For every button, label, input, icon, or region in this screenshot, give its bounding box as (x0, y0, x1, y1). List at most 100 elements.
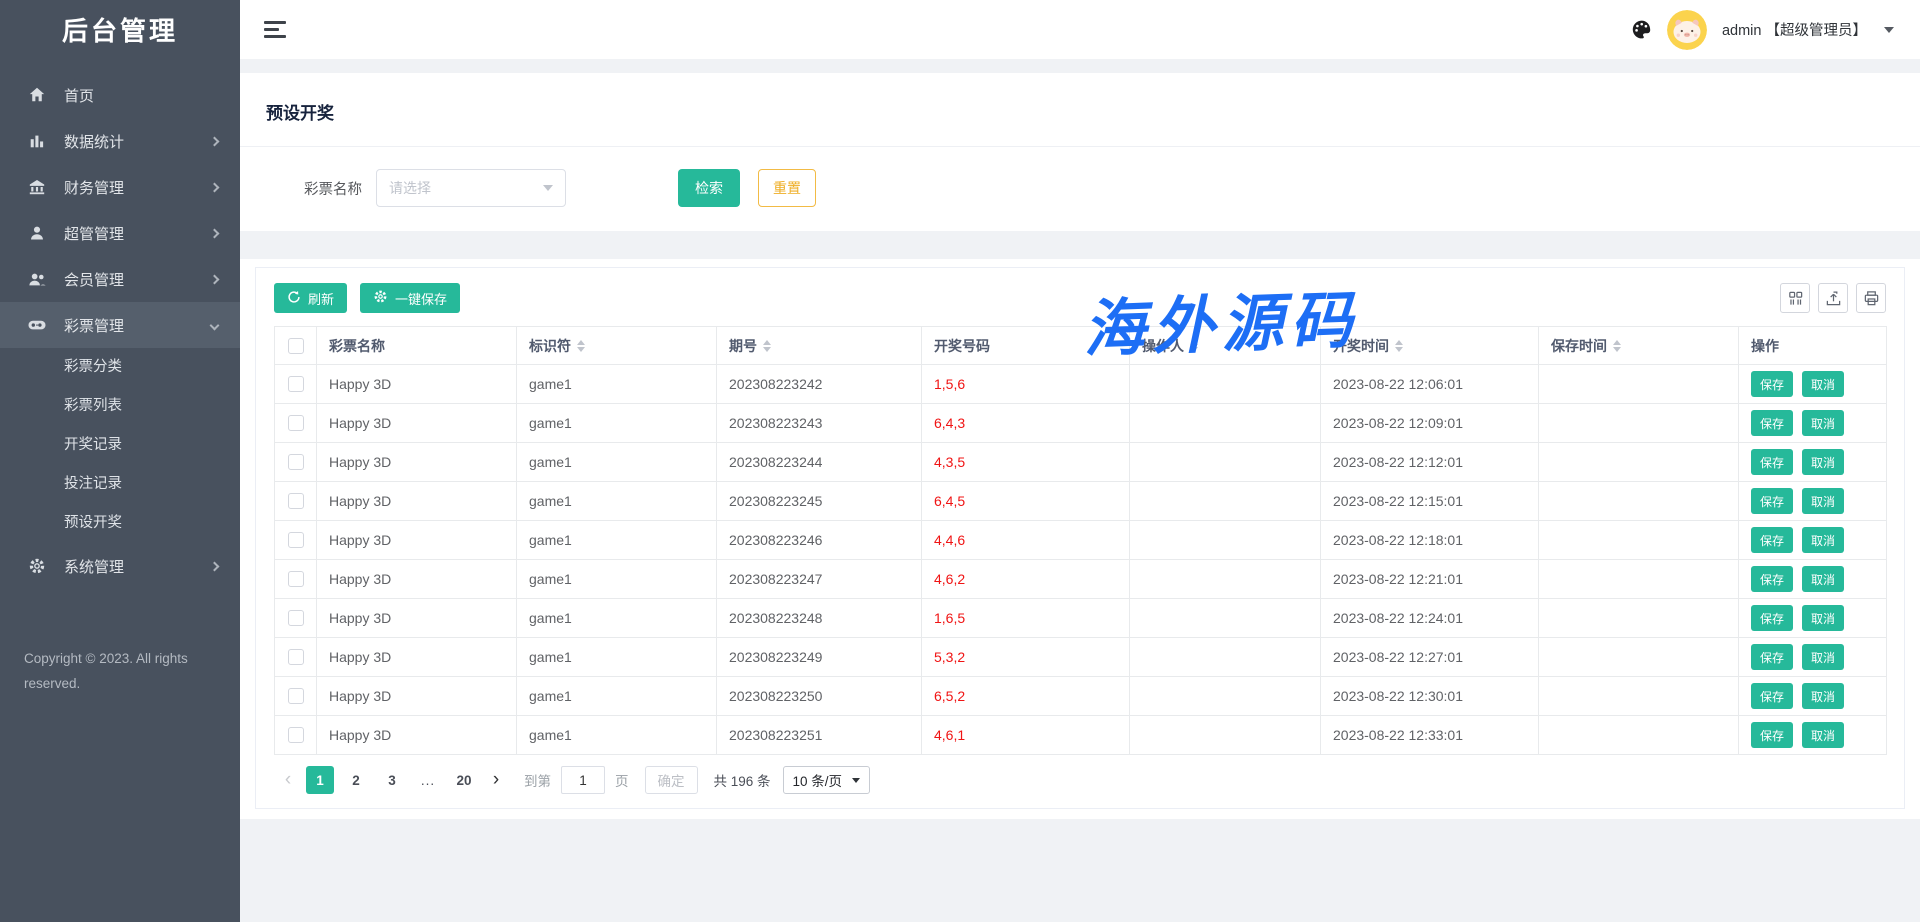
column-header-inner: 操作人 (1142, 336, 1198, 356)
print-icon[interactable] (1856, 283, 1886, 313)
search-button[interactable]: 检索 (678, 169, 740, 207)
table-row: Happy 3Dgame12023082232421,5,62023-08-22… (275, 365, 1887, 404)
sidebar-item-数据统计[interactable]: 数据统计 (0, 118, 240, 164)
cancel-button[interactable]: 取消 (1802, 449, 1844, 475)
save-button[interactable]: 保存 (1751, 488, 1793, 514)
column-label: 开奖号码 (934, 336, 990, 356)
save-button[interactable]: 保存 (1751, 605, 1793, 631)
gamepad-icon (27, 315, 47, 335)
sidebar-subitem-投注记录[interactable]: 投注记录 (0, 465, 240, 504)
user-avatar[interactable] (1667, 10, 1707, 50)
table-row: Happy 3Dgame12023082232474,6,22023-08-22… (275, 560, 1887, 599)
row-checkbox[interactable] (288, 454, 304, 470)
save-button[interactable]: 保存 (1751, 644, 1793, 670)
cancel-button[interactable]: 取消 (1802, 566, 1844, 592)
lottery-name-label: 彩票名称 (304, 178, 362, 199)
save-button[interactable]: 保存 (1751, 527, 1793, 553)
sort-icon[interactable] (577, 340, 585, 352)
cancel-button[interactable]: 取消 (1802, 410, 1844, 436)
row-checkbox[interactable] (288, 415, 304, 431)
cancel-button[interactable]: 取消 (1802, 605, 1844, 631)
theme-palette-icon[interactable] (1631, 19, 1652, 40)
row-checkbox[interactable] (288, 649, 304, 665)
sort-icon[interactable] (1190, 340, 1198, 352)
refresh-button[interactable]: 刷新 (274, 283, 347, 313)
lottery-name-select[interactable]: 请选择 (376, 169, 566, 207)
save-button[interactable]: 保存 (1751, 722, 1793, 748)
sidebar-item-系统管理[interactable]: 系统管理 (0, 543, 240, 589)
row-checkbox-cell (275, 599, 317, 638)
row-checkbox[interactable] (288, 376, 304, 392)
user-menu[interactable]: admin 【超级管理员】 (1722, 19, 1867, 40)
cancel-button[interactable]: 取消 (1802, 527, 1844, 553)
select-all-checkbox[interactable] (288, 338, 304, 354)
cell-code: game1 (517, 638, 717, 677)
save-all-button[interactable]: 一键保存 (360, 283, 460, 313)
cancel-button[interactable]: 取消 (1802, 371, 1844, 397)
save-button[interactable]: 保存 (1751, 683, 1793, 709)
export-icon[interactable] (1818, 283, 1848, 313)
row-checkbox-cell (275, 482, 317, 521)
cell-issue: 202308223244 (717, 443, 922, 482)
column-header-inner: 开奖时间 (1333, 336, 1403, 356)
page-button-1[interactable]: 1 (306, 766, 334, 794)
column-header: 保存时间 (1539, 327, 1739, 365)
sidebar-subitem-预设开奖[interactable]: 预设开奖 (0, 504, 240, 543)
goto-page-input[interactable] (561, 766, 605, 794)
columns-icon[interactable] (1780, 283, 1810, 313)
page-button-20[interactable]: 20 (450, 766, 478, 794)
page-button-3[interactable]: 3 (378, 766, 406, 794)
column-header-inner: 开奖号码 (934, 336, 990, 356)
cell-operator (1130, 716, 1321, 755)
topbar-right: admin 【超级管理员】 (1631, 10, 1894, 50)
sidebar-subitem-彩票列表[interactable]: 彩票列表 (0, 387, 240, 426)
row-checkbox[interactable] (288, 571, 304, 587)
sidebar-collapse-icon[interactable] (264, 21, 286, 38)
per-page-select[interactable]: 10 条/页 (783, 766, 871, 794)
page-button-2[interactable]: 2 (342, 766, 370, 794)
save-button[interactable]: 保存 (1751, 566, 1793, 592)
sidebar-subitem-彩票分类[interactable]: 彩票分类 (0, 348, 240, 387)
row-checkbox[interactable] (288, 493, 304, 509)
column-label: 彩票名称 (329, 336, 385, 356)
cell-operator (1130, 404, 1321, 443)
cancel-button[interactable]: 取消 (1802, 488, 1844, 514)
reset-button[interactable]: 重置 (758, 169, 816, 207)
sidebar-item-首页[interactable]: 首页 (0, 72, 240, 118)
row-checkbox[interactable] (288, 610, 304, 626)
cancel-button[interactable]: 取消 (1802, 644, 1844, 670)
cell-save-time (1539, 521, 1739, 560)
goto-confirm-button[interactable]: 确定 (645, 766, 698, 794)
per-page-value: 10 条/页 (793, 770, 843, 790)
sidebar-item-彩票管理[interactable]: 彩票管理 (0, 302, 240, 348)
sidebar-item-财务管理[interactable]: 财务管理 (0, 164, 240, 210)
cancel-button[interactable]: 取消 (1802, 683, 1844, 709)
prev-page-icon[interactable]: ‹ (274, 766, 302, 794)
row-checkbox[interactable] (288, 688, 304, 704)
cell-draw-numbers: 5,3,2 (922, 638, 1130, 677)
cell-issue: 202308223246 (717, 521, 922, 560)
column-header-inner: 彩票名称 (329, 336, 385, 356)
column-header-inner: 期号 (729, 336, 771, 356)
cell-draw-time: 2023-08-22 12:06:01 (1321, 365, 1539, 404)
column-label: 操作人 (1142, 336, 1184, 356)
save-button[interactable]: 保存 (1751, 449, 1793, 475)
select-placeholder: 请选择 (389, 178, 431, 198)
sidebar-item-超管管理[interactable]: 超管管理 (0, 210, 240, 256)
save-button[interactable]: 保存 (1751, 371, 1793, 397)
sort-icon[interactable] (1613, 340, 1621, 352)
sidebar-item-会员管理[interactable]: 会员管理 (0, 256, 240, 302)
cell-draw-numbers: 6,5,2 (922, 677, 1130, 716)
sidebar-subitem-开奖记录[interactable]: 开奖记录 (0, 426, 240, 465)
gear-icon (27, 556, 47, 576)
top-bar: admin 【超级管理员】 (240, 0, 1920, 59)
next-page-icon[interactable]: › (482, 766, 510, 794)
row-checkbox[interactable] (288, 727, 304, 743)
home-icon (27, 85, 47, 105)
save-button[interactable]: 保存 (1751, 410, 1793, 436)
sort-icon[interactable] (763, 340, 771, 352)
cancel-button[interactable]: 取消 (1802, 722, 1844, 748)
cell-issue: 202308223250 (717, 677, 922, 716)
row-checkbox[interactable] (288, 532, 304, 548)
sort-icon[interactable] (1395, 340, 1403, 352)
